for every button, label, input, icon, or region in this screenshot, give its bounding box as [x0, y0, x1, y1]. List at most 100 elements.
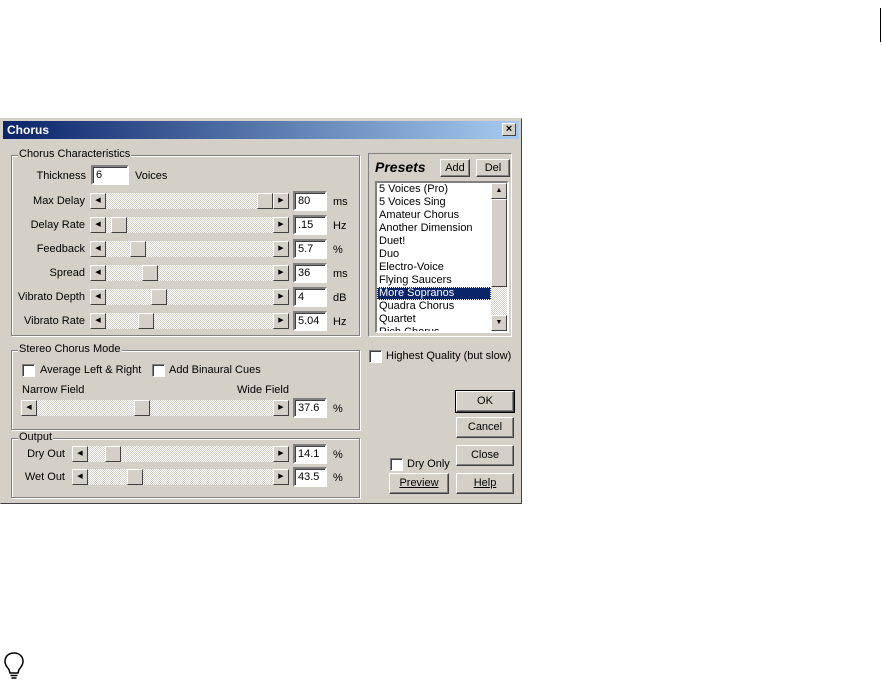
vibrato-depth-input[interactable]: 4: [293, 287, 327, 307]
cancel-button[interactable]: Cancel: [456, 417, 514, 438]
slider-thumb[interactable]: [127, 469, 143, 485]
dry-out-input[interactable]: 14.1: [293, 444, 327, 464]
vibrato-depth-label: Vibrato Depth: [17, 291, 85, 303]
close-button[interactable]: Close: [456, 445, 514, 466]
chorus-dialog: Chorus × Chorus Characteristics Thicknes…: [0, 118, 522, 504]
delay-rate-input[interactable]: .15: [293, 215, 327, 235]
delay-rate-label: Delay Rate: [30, 219, 85, 231]
feedback-input[interactable]: 5.7: [293, 239, 327, 259]
slider-thumb[interactable]: [151, 289, 167, 305]
dry-only-checkbox[interactable]: [390, 458, 403, 471]
delay-rate-unit: Hz: [333, 220, 347, 232]
spread-slider[interactable]: ◀ ▶: [90, 265, 289, 281]
vibrato-rate-label: Vibrato Rate: [24, 315, 85, 327]
max-delay-slider[interactable]: ◀ ▶: [90, 193, 289, 209]
delay-rate-slider[interactable]: ◀ ▶: [90, 217, 289, 233]
presets-scrollbar[interactable]: ▲ ▼: [491, 183, 507, 331]
preset-item[interactable]: Duo: [377, 248, 491, 261]
preset-item[interactable]: Another Dimension: [377, 222, 491, 235]
binaural-label: Add Binaural Cues: [169, 364, 261, 376]
slider-thumb[interactable]: [111, 217, 127, 233]
slider-thumb[interactable]: [138, 313, 154, 329]
highest-quality-checkbox[interactable]: [369, 350, 382, 363]
field-value-input[interactable]: 37.6: [293, 398, 327, 418]
thickness-input[interactable]: 6: [91, 165, 129, 185]
arrow-right-icon[interactable]: ▶: [273, 217, 289, 233]
vibrato-rate-slider[interactable]: ◀ ▶: [90, 313, 289, 329]
narrow-field-label: Narrow Field: [22, 384, 85, 396]
presets-title: Presets: [375, 159, 426, 175]
preset-item[interactable]: 5 Voices (Pro): [377, 183, 491, 196]
arrow-right-icon[interactable]: ▶: [273, 469, 289, 485]
thickness-unit: Voices: [135, 170, 168, 182]
group-title: Output: [18, 431, 54, 443]
arrow-left-icon[interactable]: ◀: [72, 446, 88, 462]
dry-out-unit: %: [333, 449, 343, 461]
slider-thumb[interactable]: [134, 400, 150, 416]
arrow-left-icon[interactable]: ◀: [90, 217, 106, 233]
arrow-left-icon[interactable]: ◀: [90, 313, 106, 329]
arrow-left-icon[interactable]: ◀: [72, 469, 88, 485]
preset-item[interactable]: Electro-Voice: [377, 261, 491, 274]
add-preset-button[interactable]: Add: [440, 159, 470, 177]
binaural-checkbox[interactable]: [152, 364, 165, 377]
preset-item[interactable]: 5 Voices Sing: [377, 196, 491, 209]
preset-item[interactable]: Duet!: [377, 235, 491, 248]
preset-item[interactable]: Flying Saucers: [377, 274, 491, 287]
slider-thumb[interactable]: [257, 193, 273, 209]
slider-thumb[interactable]: [142, 265, 158, 281]
preset-item[interactable]: Amateur Chorus: [377, 209, 491, 222]
preview-button[interactable]: Preview: [389, 473, 449, 494]
arrow-right-icon[interactable]: ▶: [273, 446, 289, 462]
arrow-right-icon[interactable]: ▶: [273, 400, 289, 416]
window-title: Chorus: [7, 123, 49, 137]
wet-out-slider[interactable]: ◀ ▶: [72, 469, 289, 485]
close-icon[interactable]: ×: [502, 123, 516, 136]
preset-item[interactable]: Quartet: [377, 313, 491, 326]
help-label: Help: [473, 477, 497, 489]
dry-out-slider[interactable]: ◀ ▶: [72, 446, 289, 462]
arrow-right-icon[interactable]: ▶: [273, 265, 289, 281]
arrow-left-icon[interactable]: ◀: [90, 241, 106, 257]
group-title: Chorus Characteristics: [18, 148, 132, 160]
vibrato-rate-input[interactable]: 5.04: [293, 311, 327, 331]
vibrato-depth-slider[interactable]: ◀ ▶: [90, 289, 289, 305]
feedback-label: Feedback: [36, 243, 85, 255]
preset-item[interactable]: Quadra Chorus: [377, 300, 491, 313]
arrow-right-icon[interactable]: ▶: [273, 193, 289, 209]
arrow-right-icon[interactable]: ▶: [273, 241, 289, 257]
presets-panel: Presets Add Del 5 Voices (Pro) 5 Voices S…: [368, 153, 512, 337]
vibrato-rate-unit: Hz: [333, 316, 347, 328]
feedback-slider[interactable]: ◀ ▶: [90, 241, 289, 257]
arrow-right-icon[interactable]: ▶: [273, 313, 289, 329]
arrow-left-icon[interactable]: ◀: [90, 289, 106, 305]
dry-only-label: Dry Only: [407, 458, 450, 470]
feedback-unit: %: [333, 244, 343, 256]
arrow-down-icon[interactable]: ▼: [491, 315, 507, 331]
arrow-up-icon[interactable]: ▲: [491, 183, 507, 199]
spread-input[interactable]: 36: [293, 263, 327, 283]
wet-out-label: Wet Out: [24, 471, 65, 483]
average-lr-label: Average Left & Right: [40, 364, 142, 376]
field-slider[interactable]: ◀ ▶: [21, 400, 289, 416]
average-lr-checkbox[interactable]: [22, 364, 35, 377]
ok-button[interactable]: OK: [455, 390, 515, 413]
slider-thumb[interactable]: [105, 446, 121, 462]
arrow-right-icon[interactable]: ▶: [273, 289, 289, 305]
slider-thumb[interactable]: [130, 241, 146, 257]
help-button[interactable]: Help: [456, 473, 514, 494]
wet-out-input[interactable]: 43.5: [293, 467, 327, 487]
delete-preset-button[interactable]: Del: [476, 159, 510, 177]
title-bar[interactable]: Chorus ×: [3, 121, 519, 139]
presets-list[interactable]: 5 Voices (Pro) 5 Voices Sing Amateur Choru…: [375, 181, 509, 333]
field-unit: %: [333, 403, 343, 415]
preset-item[interactable]: More Sopranos: [377, 287, 491, 300]
arrow-left-icon[interactable]: ◀: [90, 193, 106, 209]
dry-out-label: Dry Out: [27, 448, 65, 460]
wide-field-label: Wide Field: [237, 384, 289, 396]
max-delay-input[interactable]: 80: [293, 191, 327, 211]
scroll-thumb[interactable]: [491, 199, 507, 287]
preset-item[interactable]: Rich Chorus: [377, 326, 491, 331]
arrow-left-icon[interactable]: ◀: [90, 265, 106, 281]
arrow-left-icon[interactable]: ◀: [21, 400, 37, 416]
